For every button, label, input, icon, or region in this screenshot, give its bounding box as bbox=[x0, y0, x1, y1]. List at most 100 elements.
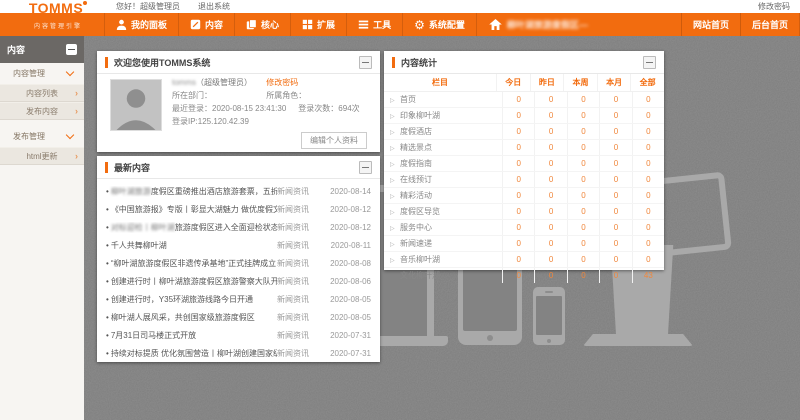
stat-week: 0 bbox=[567, 140, 599, 155]
stat-today: 0 bbox=[502, 172, 534, 187]
nav-item-label: 我的面板 bbox=[131, 18, 167, 31]
stat-yesterday: 0 bbox=[534, 92, 566, 107]
expand-triangle-icon[interactable] bbox=[390, 159, 400, 168]
article-title-link[interactable]: 《中国旅游报》专版丨彰显大湖魅力 做优度假文章 bbox=[106, 204, 277, 215]
logout-link[interactable]: 退出系统 bbox=[198, 1, 230, 12]
article-category: 新闻资讯 bbox=[277, 240, 321, 251]
sidebar-group-content-mgmt[interactable]: 内容管理 bbox=[0, 63, 84, 84]
nav-item-extend[interactable]: 扩展 bbox=[290, 13, 346, 36]
stat-today: 0 bbox=[502, 92, 534, 107]
article-title-link[interactable]: 创建进行时丨柳叶湖旅游度假区旅游警察大队开展景区养犬 bbox=[106, 276, 277, 287]
stat-total: 0 bbox=[632, 140, 664, 155]
column-header: 本周 bbox=[563, 74, 597, 91]
article-title-link[interactable]: 持续对标提质 优化氛围营造丨柳叶湖创建国家级旅游度假区 bbox=[106, 348, 277, 359]
change-password-link[interactable]: 修改密码 bbox=[266, 78, 298, 87]
stat-today: 0 bbox=[502, 124, 534, 139]
stat-week: 0 bbox=[567, 220, 599, 235]
article-title-link[interactable]: 千人共舞柳叶湖 bbox=[106, 240, 277, 251]
stat-month: 0 bbox=[599, 220, 631, 235]
stat-today: 0 bbox=[502, 252, 534, 267]
list-item: 持续对标提质 优化氛围营造丨柳叶湖创建国家级旅游度假区 新闻资讯 2020-07… bbox=[106, 344, 371, 362]
stat-total: 0 bbox=[632, 236, 664, 251]
stat-yesterday: 0 bbox=[534, 140, 566, 155]
stat-week: 0 bbox=[567, 92, 599, 107]
expand-triangle-icon[interactable] bbox=[390, 255, 400, 264]
row-label: 度假指南 bbox=[400, 158, 432, 169]
current-site[interactable]: 柳叶湖旅游度假区— bbox=[477, 13, 600, 36]
nav-item-system-config[interactable]: 系统配置 bbox=[402, 13, 477, 36]
expand-triangle-icon[interactable] bbox=[390, 127, 400, 136]
column-header: 全部 bbox=[630, 74, 664, 91]
stats-card-header: 内容统计 bbox=[384, 51, 664, 74]
article-date: 2020-07-31 bbox=[321, 349, 371, 358]
collapse-button[interactable] bbox=[359, 161, 372, 174]
stats-table-body: 首页 0 0 0 0 0 印象柳叶湖 0 0 0 0 0 bbox=[384, 92, 664, 283]
admin-home-link[interactable]: 后台首页 bbox=[740, 13, 800, 36]
collapse-button[interactable] bbox=[359, 56, 372, 69]
last-login-label: 最近登录： bbox=[172, 104, 212, 113]
article-title-link[interactable]: 对标迎检丨柳叶湖旅游度假区进入全面迎检状态 bbox=[106, 222, 277, 233]
expand-triangle-icon[interactable] bbox=[390, 207, 400, 216]
expand-triangle-icon[interactable] bbox=[390, 143, 400, 152]
article-date: 2020-08-11 bbox=[321, 241, 371, 250]
sidebar-item-html-update[interactable]: html更新 bbox=[0, 147, 84, 165]
column-header: 栏目 bbox=[384, 77, 496, 88]
article-title-link[interactable]: 柳叶湖旅游度假区重磅推出酒店旅游套票，五折优惠，等你 bbox=[106, 186, 277, 197]
accent-bar bbox=[105, 57, 108, 68]
sidebar-header: 内容 bbox=[0, 36, 84, 63]
recent-card-header: 最新内容 bbox=[97, 156, 380, 179]
login-count-label: 登录次数： bbox=[298, 104, 338, 113]
expand-triangle-icon[interactable] bbox=[390, 95, 400, 104]
site-home-link[interactable]: 网站首页 bbox=[681, 13, 740, 36]
stat-today: 0 bbox=[502, 188, 534, 203]
chevron-down-icon bbox=[66, 68, 74, 76]
expand-triangle-icon[interactable] bbox=[390, 223, 400, 232]
article-title-link[interactable]: 创建进行时，Y35环湖旅游线路今日开通 bbox=[106, 294, 277, 305]
last-login-value: 2020-08-15 23:41:30 bbox=[212, 104, 286, 113]
edit-profile-button[interactable]: 编辑个人资料 bbox=[301, 132, 367, 149]
recent-card-title: 最新内容 bbox=[114, 161, 359, 174]
nav-item-core[interactable]: 核心 bbox=[234, 13, 290, 36]
article-title-link[interactable]: 7月31日司马楼正式开放 bbox=[106, 330, 277, 341]
login-count-value: 694次 bbox=[338, 104, 359, 113]
logo-subtitle: 内容管理引擎 bbox=[12, 21, 104, 30]
sidebar-item-content-list[interactable]: 内容列表 bbox=[0, 84, 84, 102]
collapse-button[interactable] bbox=[643, 56, 656, 69]
sidebar-item-publish-content[interactable]: 发布内容 bbox=[0, 102, 84, 120]
nav-item-dashboard[interactable]: 我的面板 bbox=[104, 13, 178, 36]
stat-month: 0 bbox=[599, 268, 631, 283]
stat-month: 0 bbox=[599, 172, 631, 187]
stat-today: 0 bbox=[502, 108, 534, 123]
nav-item-label: 系统配置 bbox=[429, 18, 465, 31]
welcome-card-header: 欢迎您使用TOMMS系统 bbox=[97, 51, 380, 74]
row-label: 服务中心 bbox=[400, 222, 432, 233]
table-row: 音乐柳叶湖 0 0 0 0 0 bbox=[384, 252, 664, 268]
stat-total: 0 bbox=[632, 156, 664, 171]
nav-item-tools[interactable]: 工具 bbox=[346, 13, 402, 36]
change-password-link[interactable]: 修改密码 bbox=[758, 1, 790, 12]
expand-triangle-icon[interactable] bbox=[390, 239, 400, 248]
article-title-link[interactable]: 柳叶湖人展风采，共创国家级旅游度假区 bbox=[106, 312, 277, 323]
expand-triangle-icon[interactable] bbox=[390, 191, 400, 200]
row-label: 在线预订 bbox=[400, 174, 432, 185]
stat-today: 0 bbox=[502, 204, 534, 219]
article-date: 2020-07-31 bbox=[321, 331, 371, 340]
column-header: 本月 bbox=[597, 74, 631, 91]
stat-month: 0 bbox=[599, 108, 631, 123]
expand-triangle-icon[interactable] bbox=[390, 111, 400, 120]
sidebar-group-publish-mgmt[interactable]: 发布管理 bbox=[0, 126, 84, 147]
sidebar-collapse-button[interactable] bbox=[66, 44, 77, 55]
article-category: 新闻资讯 bbox=[277, 258, 321, 269]
table-row: 文化柳叶湖 0 0 0 0 43 bbox=[384, 268, 664, 283]
nav-item-label: 内容 bbox=[205, 18, 223, 31]
nav-item-content[interactable]: 内容 bbox=[178, 13, 234, 36]
extend-grid-icon bbox=[302, 19, 313, 30]
article-title-link[interactable]: “柳叶湖旅游度假区非遗传承基地”正式挂牌成立 bbox=[106, 258, 277, 269]
welcome-card-title: 欢迎您使用TOMMS系统 bbox=[114, 56, 359, 69]
stat-today: 0 bbox=[502, 268, 534, 283]
row-label: 精彩活动 bbox=[400, 190, 432, 201]
expand-triangle-icon[interactable] bbox=[390, 175, 400, 184]
table-row: 在线预订 0 0 0 0 0 bbox=[384, 172, 664, 188]
list-item: 柳叶湖旅游度假区重磅推出酒店旅游套票，五折优惠，等你 新闻资讯 2020-08-… bbox=[106, 182, 371, 200]
redacted-text: 对标迎检丨柳叶湖 bbox=[111, 223, 175, 232]
